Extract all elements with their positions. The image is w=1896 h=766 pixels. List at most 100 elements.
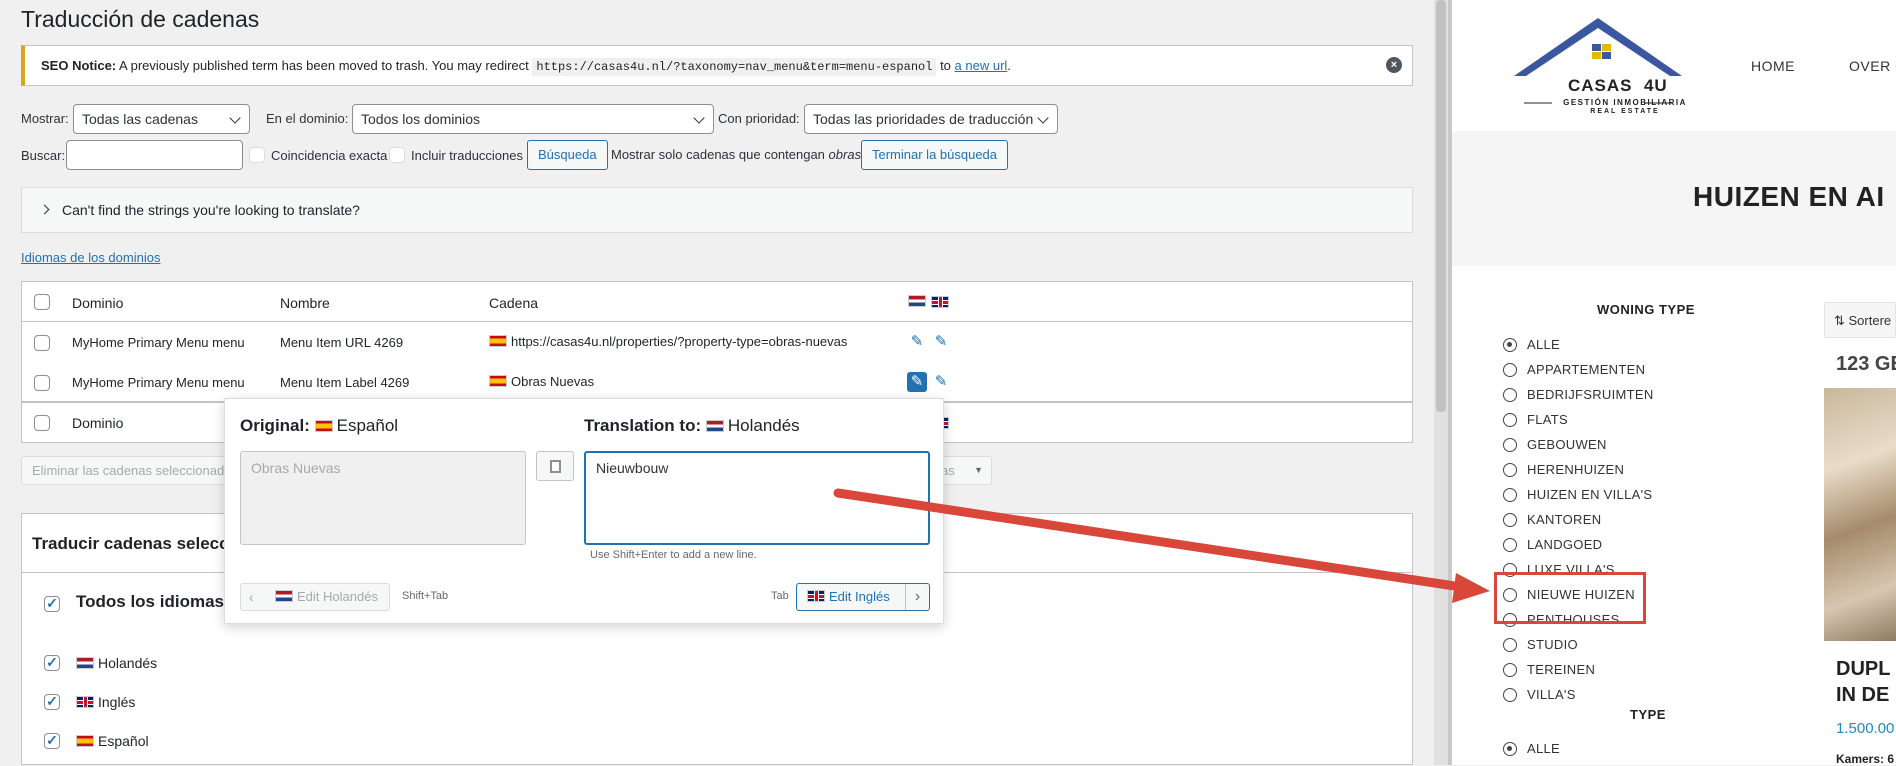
dominio-select[interactable]: Todos los dominios [352,104,714,134]
all-languages-label: Todos los idiomas [76,592,224,611]
woning-type-label: TEREINEN [1527,662,1596,677]
edit-english-button[interactable]: Edit Inglés › [796,583,930,611]
listing-price: 1.500.00 [1836,720,1895,737]
end-search-button[interactable]: Terminar la búsqueda [861,140,1009,170]
new-url-link[interactable]: a new url [955,58,1008,73]
woning-type-label: HERENHUIZEN [1527,462,1625,477]
logo-text-4u: 4U [1643,76,1668,95]
english-checkbox[interactable]: ✓ [44,694,60,710]
listing-rooms: Kamers: 6 [1836,752,1895,766]
sort-dropdown[interactable]: ⇅ Sortere [1824,302,1896,338]
spanish-checkbox[interactable]: ✓ [44,733,60,749]
prioridad-select[interactable]: Todas las prioridades de traducción [804,104,1058,134]
chevron-right-icon: › [905,584,929,610]
netherlands-flag-icon [705,420,724,432]
logo-subtitle: GESTIÓN INMOBILIARIA [1563,98,1687,107]
domain-languages-link[interactable]: Idiomas de los dominios [21,250,160,265]
sort-label-text: Sortere [1848,313,1892,328]
seo-notice-code: https://casas4u.nl/?taxonomy=nav_menu&te… [532,58,937,76]
edit-dutch-button[interactable]: ‹ Edit Holandés [240,583,390,611]
woning-type-label: GEBOUWEN [1527,437,1607,452]
listing-title[interactable]: DUPL IN DE [1836,656,1890,708]
woning-type-radio[interactable] [1503,688,1517,702]
coincidencia-checkbox[interactable] [249,147,265,163]
spain-flag-icon [489,335,507,347]
translation-heading: Translation to: Holandés [584,416,800,436]
select-all-checkbox[interactable] [34,294,50,310]
edit-english-pencil-icon[interactable]: ✎ [931,332,951,352]
nav-home[interactable]: HOME [1751,58,1795,74]
woning-type-label: KANTOREN [1527,512,1602,527]
dutch-checkbox[interactable]: ✓ [44,655,60,671]
search-input[interactable] [66,140,243,170]
scrollbar-thumb[interactable] [1436,0,1446,412]
language-item: Español [76,733,149,749]
edit-dutch-pencil-icon[interactable]: ✎ [907,332,927,352]
row-checkbox[interactable] [34,335,50,351]
woning-type-radio[interactable] [1503,388,1517,402]
chevron-right-icon [39,204,50,215]
woning-type-title: WONING TYPE [1597,302,1695,317]
language-item: Inglés [76,694,135,710]
edit-dutch-pencil-icon[interactable]: ✎ [907,372,927,392]
mostrar-select[interactable]: Todas las cadenas [73,104,250,134]
woning-type-radio[interactable] [1503,413,1517,427]
woning-type-label: HUIZEN EN VILLA'S [1527,487,1653,502]
edit-english-content: Edit Inglés [807,584,890,610]
netherlands-flag-icon [908,295,926,307]
uk-flag-icon [931,296,949,308]
cant-find-accordion[interactable]: Can't find the strings you're looking to… [21,187,1413,233]
type-option-label: ALLE [1527,741,1561,756]
seo-notice-label: SEO Notice: [41,58,117,73]
property-image[interactable] [1824,388,1896,641]
row-checkbox[interactable] [34,375,50,391]
type-radio-alle[interactable] [1503,742,1517,756]
row-cadena-text: https://casas4u.nl/properties/?property-… [511,334,848,349]
edit-english-pencil-icon[interactable]: ✎ [931,372,951,392]
woning-type-radio[interactable] [1503,663,1517,677]
column-header-cadena: Cadena [489,295,539,311]
chevron-left-icon: ‹ [249,589,254,605]
logo-subtitle-2: REAL ESTATE [1590,108,1660,115]
seo-notice-text: A previously published term has been mov… [116,58,533,73]
translation-language: Holandés [727,416,800,435]
incluir-checkbox[interactable] [389,147,405,163]
row-nombre: Menu Item URL 4269 [280,335,404,350]
search-button[interactable]: Búsqueda [527,140,608,170]
woning-type-radio[interactable] [1503,538,1517,552]
woning-type-radio[interactable] [1503,488,1517,502]
edit-english-label: Edit Inglés [829,589,890,604]
mostrar-select-value: Todas las cadenas [82,111,198,127]
translation-label: Translation to: [584,416,702,435]
woning-type-radio[interactable] [1503,363,1517,377]
sort-label: ⇅ Sortere [1834,313,1892,328]
original-text-box: Obras Nuevas [240,451,526,545]
seo-notice-to: to [936,58,955,73]
nav-over[interactable]: OVER O [1849,58,1896,74]
original-label: Original: [240,416,310,435]
close-icon[interactable]: × [1386,57,1402,73]
woning-type-label: APPARTEMENTEN [1527,362,1646,377]
woning-type-radio[interactable] [1503,338,1517,352]
uk-flag-icon [807,590,825,602]
netherlands-flag-icon [76,657,94,669]
woning-type-radio[interactable] [1503,513,1517,527]
copy-original-button[interactable] [536,451,574,481]
netherlands-flag-icon [275,590,293,602]
table-row: MyHome Primary Menu menu Menu Item Label… [22,362,1412,402]
select-all-checkbox-footer[interactable] [34,415,50,431]
woning-type-radio[interactable] [1503,463,1517,477]
dominio-label: En el dominio: [266,111,349,126]
woning-type-label: FLATS [1527,412,1568,427]
column-header-nombre: Nombre [280,295,330,311]
woning-type-label: VILLA'S [1527,687,1576,702]
woning-type-radio[interactable] [1503,638,1517,652]
prev-shortcut: Shift+Tab [402,590,449,602]
woning-type-radio[interactable] [1503,438,1517,452]
translation-textarea[interactable]: Nieuwbouw [584,451,930,545]
row-cadena: https://casas4u.nl/properties/?property-… [489,334,847,349]
woning-type-label: STUDIO [1527,637,1578,652]
string-translation-panel: Traducción de cadenas SEO Notice: A prev… [0,0,1448,765]
logo-text: CASAS 4U [1568,76,1668,96]
all-languages-checkbox[interactable]: ✓ [44,596,60,612]
